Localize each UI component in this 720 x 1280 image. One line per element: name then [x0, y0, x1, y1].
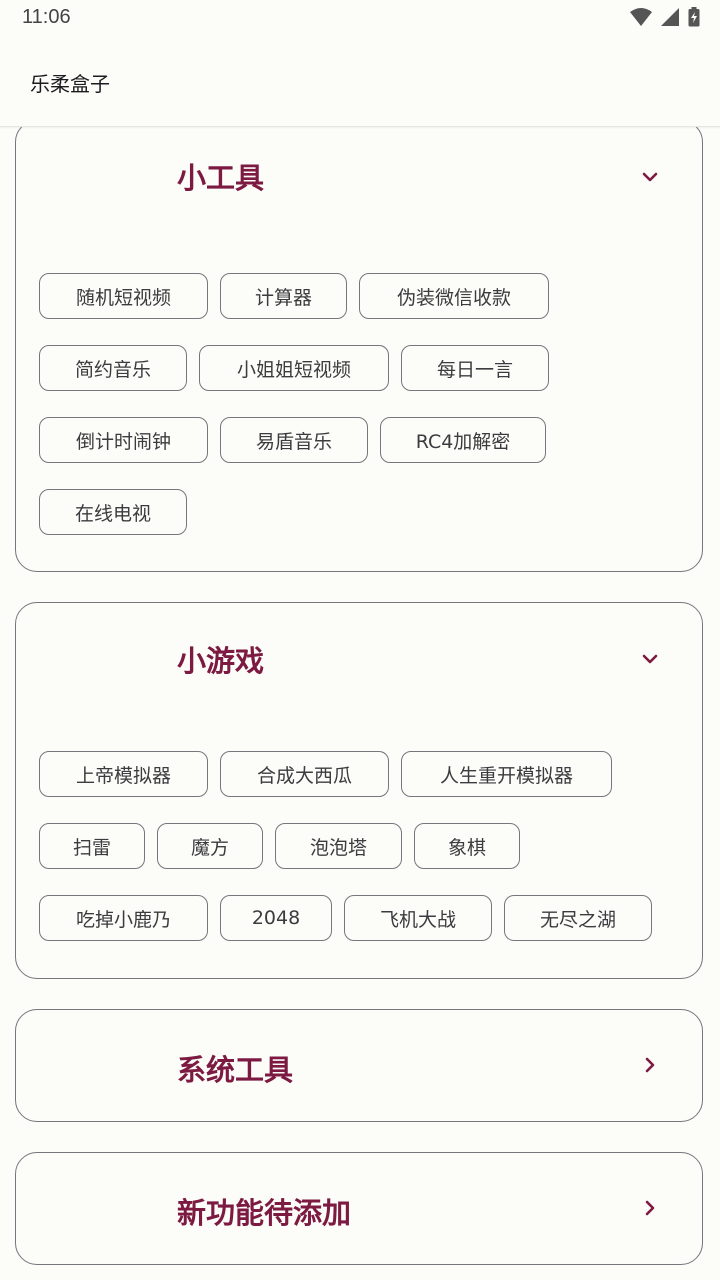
games-chip-row-1: 上帝模拟器 合成大西瓜 人生重开模拟器 — [39, 751, 612, 797]
chip-daily-quote[interactable]: 每日一言 — [401, 345, 549, 391]
chip-chinese-chess[interactable]: 象棋 — [414, 823, 520, 869]
chip-2048[interactable]: 2048 — [220, 895, 332, 941]
tools-chip-row-1: 随机短视频 计算器 伪装微信收款 — [39, 273, 549, 319]
chip-rubiks-cube[interactable]: 魔方 — [157, 823, 263, 869]
chevron-down-icon[interactable] — [638, 165, 662, 189]
tools-chip-row-3: 倒计时闹钟 易盾音乐 RC4加解密 — [39, 417, 546, 463]
chip-minesweeper[interactable]: 扫雷 — [39, 823, 145, 869]
chip-plane-war[interactable]: 飞机大战 — [344, 895, 492, 941]
signal-icon — [661, 8, 679, 26]
chip-simple-music[interactable]: 简约音乐 — [39, 345, 187, 391]
chip-endless-lake[interactable]: 无尽之湖 — [504, 895, 652, 941]
main-content: 小工具 随机短视频 计算器 伪装微信收款 简约音乐 小姐姐短视频 每日一言 倒计… — [0, 126, 720, 1280]
chevron-down-icon[interactable] — [638, 647, 662, 671]
chip-countdown-alarm[interactable]: 倒计时闹钟 — [39, 417, 208, 463]
app-bar: 乐柔盒子 — [0, 36, 720, 127]
tools-card-header[interactable]: 小工具 — [16, 126, 702, 231]
chip-fake-wechat-payment[interactable]: 伪装微信收款 — [359, 273, 549, 319]
chip-girl-short-video[interactable]: 小姐姐短视频 — [199, 345, 389, 391]
status-icons — [630, 7, 700, 27]
tools-chip-row-4: 在线电视 — [39, 489, 187, 535]
chip-eat-xiaolunai[interactable]: 吃掉小鹿乃 — [39, 895, 208, 941]
chip-random-short-video[interactable]: 随机短视频 — [39, 273, 208, 319]
status-bar: 11:06 — [0, 0, 720, 36]
chip-online-tv[interactable]: 在线电视 — [39, 489, 187, 535]
games-card-header[interactable]: 小游戏 — [16, 603, 702, 713]
new-features-card-title: 新功能待添加 — [177, 1196, 352, 1230]
chip-merge-watermelon[interactable]: 合成大西瓜 — [220, 751, 389, 797]
tools-chip-row-2: 简约音乐 小姐姐短视频 每日一言 — [39, 345, 549, 391]
system-tools-card[interactable]: 系统工具 — [15, 1009, 703, 1122]
games-chip-row-3: 吃掉小鹿乃 2048 飞机大战 无尽之湖 — [39, 895, 652, 941]
tools-card-title: 小工具 — [177, 161, 265, 195]
chip-rc4-crypto[interactable]: RC4加解密 — [380, 417, 546, 463]
tools-card: 小工具 随机短视频 计算器 伪装微信收款 简约音乐 小姐姐短视频 每日一言 倒计… — [15, 126, 703, 572]
chip-calculator[interactable]: 计算器 — [220, 273, 347, 319]
wifi-icon — [630, 8, 652, 26]
new-features-card[interactable]: 新功能待添加 — [15, 1152, 703, 1265]
chip-yidun-music[interactable]: 易盾音乐 — [220, 417, 368, 463]
chip-life-restart-simulator[interactable]: 人生重开模拟器 — [401, 751, 612, 797]
chevron-right-icon[interactable] — [638, 1196, 662, 1220]
chip-god-simulator[interactable]: 上帝模拟器 — [39, 751, 208, 797]
games-card-title: 小游戏 — [177, 644, 265, 678]
games-chip-row-2: 扫雷 魔方 泡泡塔 象棋 — [39, 823, 520, 869]
chevron-right-icon[interactable] — [638, 1053, 662, 1077]
status-time: 11:06 — [22, 6, 71, 28]
system-tools-card-title: 系统工具 — [177, 1053, 294, 1087]
games-card: 小游戏 上帝模拟器 合成大西瓜 人生重开模拟器 扫雷 魔方 泡泡塔 象棋 吃掉小… — [15, 602, 703, 979]
battery-charging-icon — [688, 7, 700, 27]
app-title: 乐柔盒子 — [30, 72, 110, 96]
chip-bubble-tower[interactable]: 泡泡塔 — [275, 823, 402, 869]
